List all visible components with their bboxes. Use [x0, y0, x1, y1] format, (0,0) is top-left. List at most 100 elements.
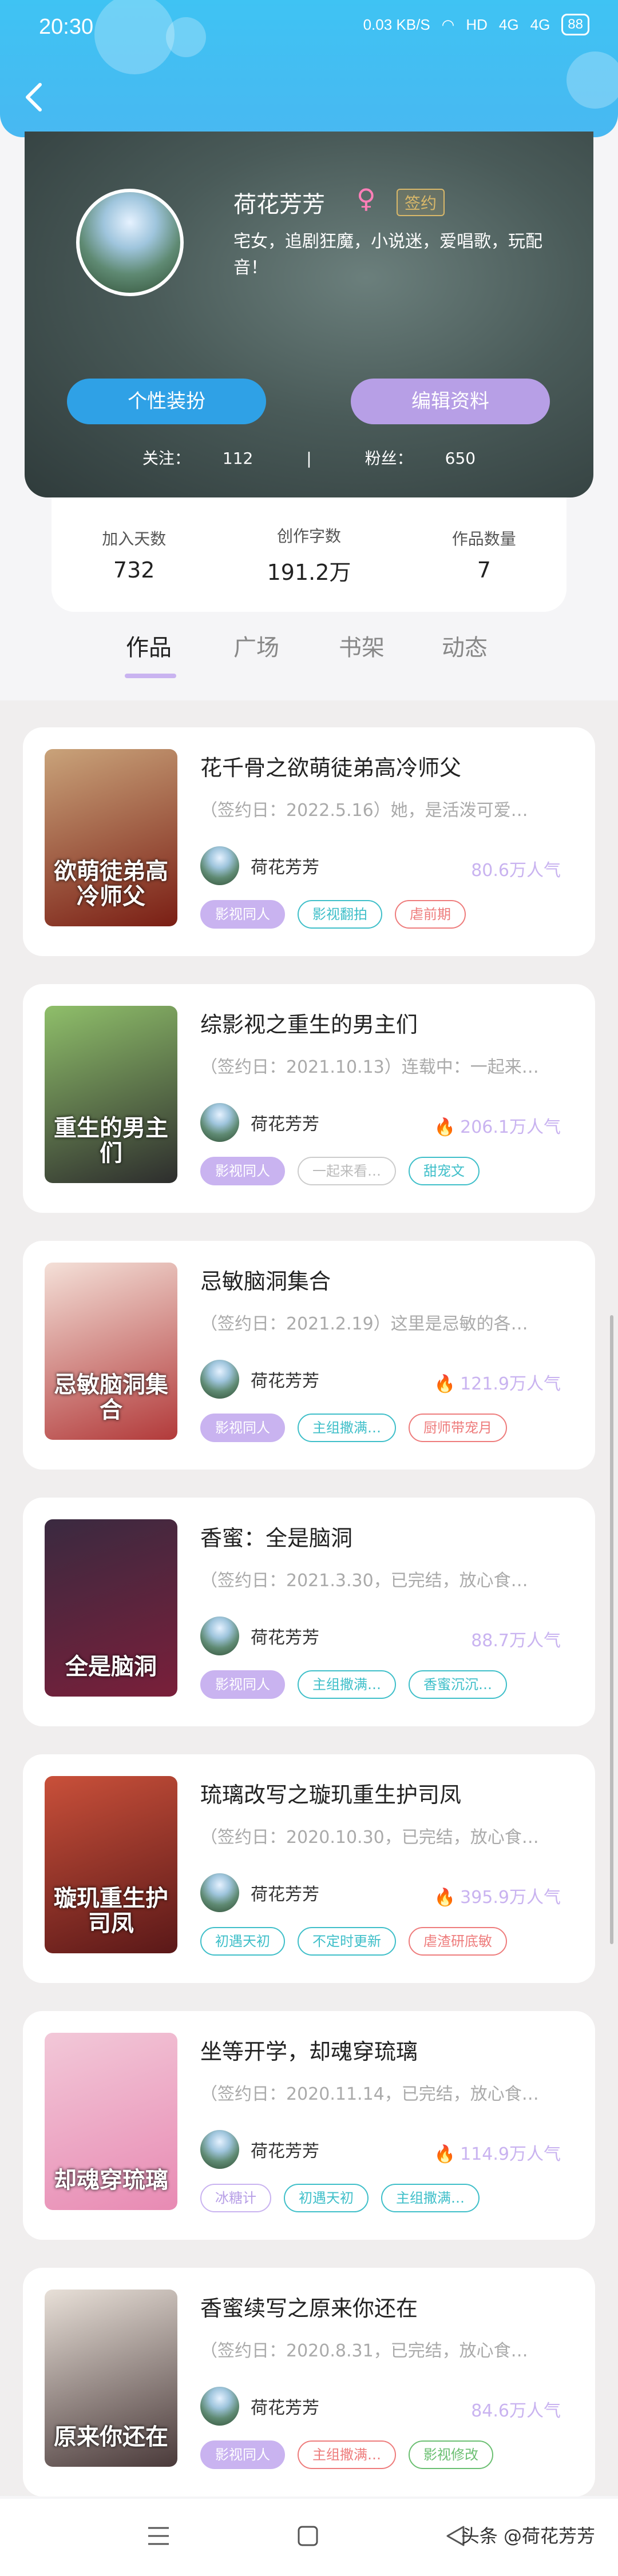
author-name: 荷花芳芳: [251, 2398, 319, 2418]
status-time: 20:30: [39, 15, 94, 39]
work-tag[interactable]: 主组撒满…: [298, 1670, 396, 1699]
work-tag[interactable]: 不定时更新: [298, 1927, 396, 1956]
work-tag[interactable]: 影视同人: [200, 1670, 285, 1699]
dress-up-button[interactable]: 个性装扮: [67, 379, 266, 424]
work-title[interactable]: 综影视之重生的男主们: [200, 1007, 418, 1038]
watermark: 头条 @荷花芳芳: [461, 2525, 595, 2547]
back-arrow-icon[interactable]: [19, 80, 48, 114]
tag-list: 影视同人 影视翻拍 虐前期: [200, 900, 466, 929]
work-author: 荷花芳芳: [200, 2130, 319, 2169]
tag-list: 初遇天初 不定时更新 虐渣研底敏: [200, 1927, 507, 1956]
book-cover-image[interactable]: 欲萌徒弟高冷师父: [45, 749, 177, 926]
popularity: 88.7万人气: [471, 1626, 561, 1651]
work-tag[interactable]: 影视翻拍: [298, 900, 382, 929]
scrollbar[interactable]: [610, 1315, 613, 1944]
work-tag[interactable]: 虐前期: [395, 900, 466, 929]
work-tag[interactable]: 初遇天初: [284, 2184, 369, 2212]
follow-stats: 关注： 112 | 粉丝： 650: [25, 446, 593, 469]
work-title[interactable]: 香蜜续写之原来你还在: [200, 2291, 418, 2322]
popularity-value: 121.9万人气: [460, 1374, 561, 1394]
work-description: （签约日：2021.10.13）连载中：一起来…: [200, 1057, 539, 1077]
book-cover-image[interactable]: 原来你还在: [45, 2290, 177, 2467]
work-card[interactable]: 重生的男主们 综影视之重生的男主们 （签约日：2021.10.13）连载中：一起来……: [23, 984, 595, 1213]
active-tab-indicator: [125, 674, 176, 678]
avatar[interactable]: [76, 189, 184, 296]
work-title[interactable]: 香蜜：全是脑洞: [200, 1520, 352, 1552]
work-title[interactable]: 花千骨之欲萌徒弟高冷师父: [200, 750, 461, 782]
female-icon: ♀: [356, 183, 376, 214]
hd-badge: HD: [466, 15, 488, 33]
work-title[interactable]: 琉璃改写之璇玑重生护司凤: [200, 1777, 461, 1809]
cover-title: 璇玑重生护司凤: [54, 1885, 168, 1937]
work-tag[interactable]: 影视同人: [200, 2440, 285, 2469]
fans-count[interactable]: 粉丝： 650: [349, 449, 492, 468]
tab-bookshelf[interactable]: 书架: [339, 629, 385, 662]
stat-works-count: 作品数量 7: [452, 527, 516, 583]
cover-title: 重生的男主们: [54, 1115, 168, 1166]
fire-icon: 🔥: [434, 1888, 456, 1908]
fire-icon: 🔥: [434, 1374, 456, 1394]
popularity: 🔥 114.9万人气: [434, 2140, 561, 2165]
stat-value: 7: [477, 558, 491, 583]
work-tag[interactable]: 影视同人: [200, 1157, 285, 1185]
user-bio: 宅女，追剧狂魔，小说迷，爱唱歌，玩配音！: [233, 232, 542, 278]
work-author: 荷花芳芳: [200, 2387, 319, 2426]
profile-card: 荷花芳芳 ♀ 签约 宅女，追剧狂魔，小说迷，爱唱歌，玩配音！ 个性装扮 编辑资料…: [25, 132, 593, 497]
following-count[interactable]: 关注： 112: [126, 449, 269, 468]
book-cover-image[interactable]: 重生的男主们: [45, 1006, 177, 1183]
popularity-value: 206.1万人气: [460, 1117, 561, 1137]
work-author: 荷花芳芳: [200, 1617, 319, 1655]
author-avatar: [200, 1360, 239, 1399]
edit-profile-button[interactable]: 编辑资料: [351, 379, 550, 424]
work-tag[interactable]: 甜宠文: [409, 1157, 480, 1185]
work-card[interactable]: 欲萌徒弟高冷师父 花千骨之欲萌徒弟高冷师父 （签约日：2022.5.16）她，是活泼…: [23, 727, 595, 956]
work-tag[interactable]: 主组撒满…: [381, 2184, 480, 2212]
work-card[interactable]: 璇玑重生护司凤 琉璃改写之璇玑重生护司凤 （签约日：2020.10.30，已完结，放…: [23, 1754, 595, 1983]
book-cover-image[interactable]: 全是脑洞: [45, 1519, 177, 1697]
divider: |: [306, 449, 312, 468]
stat-value: 191.2万: [267, 559, 351, 585]
tag-list: 影视同人 一起来看… 甜宠文: [200, 1157, 480, 1185]
stat-label: 作品数量: [451, 529, 516, 548]
work-card[interactable]: 却魂穿琉璃 坐等开学，却魂穿琉璃 （签约日：2020.11.14，已完结，放心食… 荷…: [23, 2011, 595, 2240]
work-tag[interactable]: 初遇天初: [200, 1927, 285, 1956]
work-tag[interactable]: 冰糖计: [200, 2184, 271, 2212]
tab-activity[interactable]: 动态: [442, 629, 488, 662]
book-cover-image[interactable]: 却魂穿琉璃: [45, 2033, 177, 2210]
author-avatar: [200, 2130, 239, 2169]
work-card[interactable]: 忌敏脑洞集合 忌敏脑洞集合 （签约日：2021.2.19）这里是忌敏的各… 荷花芳芳 🔥…: [23, 1241, 595, 1470]
tab-works[interactable]: 作品: [126, 629, 172, 662]
work-tag[interactable]: 主组撒满…: [298, 2440, 396, 2469]
work-card[interactable]: 全是脑洞 香蜜：全是脑洞 （签约日：2021.3.30，已完结，放心食… 荷花芳芳 88…: [23, 1498, 595, 1726]
following-value: 112: [222, 449, 253, 468]
popularity-value: 114.9万人气: [460, 2144, 561, 2164]
author-name: 荷花芳芳: [251, 1885, 319, 1905]
stat-label: 加入天数: [102, 529, 167, 548]
work-tag[interactable]: 厨师带宠月: [409, 1414, 507, 1442]
popularity-value: 395.9万人气: [460, 1888, 561, 1908]
menu-icon[interactable]: [146, 2525, 171, 2547]
work-tag[interactable]: 影视同人: [200, 900, 285, 929]
work-card[interactable]: 原来你还在 香蜜续写之原来你还在 （签约日：2020.8.31，已完结，放心食… 荷花…: [23, 2268, 595, 2497]
stat-label: 创作字数: [276, 526, 341, 546]
home-icon[interactable]: [296, 2525, 319, 2547]
status-bar: 20:30 0.03 KB/S ◠ HD 4G 4G 88: [0, 0, 618, 57]
author-avatar: [200, 2387, 239, 2426]
work-tag[interactable]: 主组撒满…: [298, 1414, 396, 1442]
book-cover-image[interactable]: 璇玑重生护司凤: [45, 1776, 177, 1953]
work-author: 荷花芳芳: [200, 1360, 319, 1399]
author-avatar: [200, 1617, 239, 1655]
work-tag[interactable]: 一起来看…: [298, 1157, 396, 1185]
work-tag[interactable]: 香蜜沉沉…: [409, 1670, 507, 1699]
book-cover-image[interactable]: 忌敏脑洞集合: [45, 1263, 177, 1440]
work-tag[interactable]: 虐渣研底敏: [409, 1927, 507, 1956]
tab-square[interactable]: 广场: [233, 629, 279, 662]
popularity: 84.6万人气: [471, 2396, 561, 2422]
work-tag[interactable]: 影视修改: [409, 2440, 493, 2469]
work-title[interactable]: 坐等开学，却魂穿琉璃: [200, 2034, 418, 2065]
work-description: （签约日：2020.8.31，已完结，放心食…: [200, 2341, 528, 2361]
author-avatar: [200, 1873, 239, 1912]
work-tag[interactable]: 影视同人: [200, 1414, 285, 1442]
work-title[interactable]: 忌敏脑洞集合: [200, 1264, 331, 1295]
author-avatar: [200, 1103, 239, 1142]
